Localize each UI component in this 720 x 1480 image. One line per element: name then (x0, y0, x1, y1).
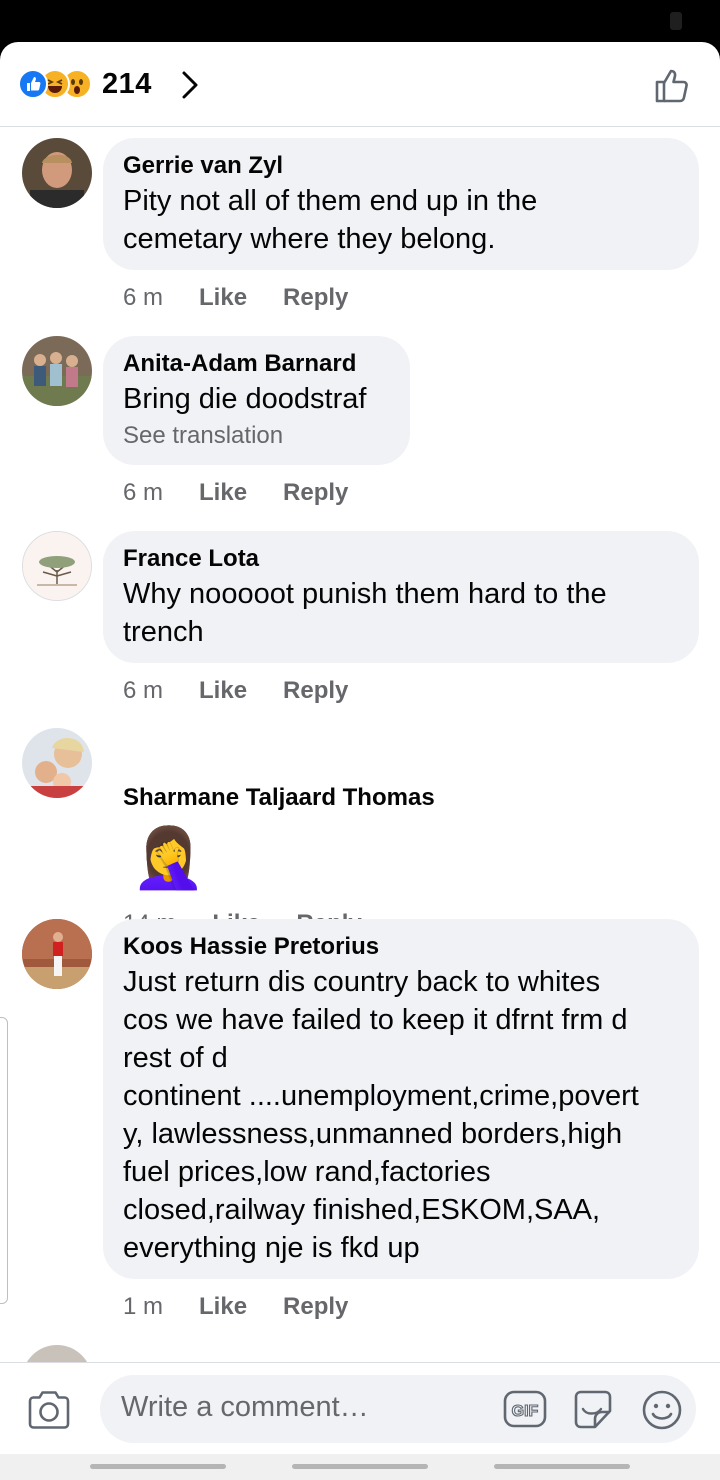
like-button[interactable]: Like (199, 1293, 247, 1321)
avatar[interactable] (22, 531, 92, 601)
comment-text-line: everything nje is fkd up (123, 1232, 420, 1264)
gif-icon[interactable]: GIF (503, 1390, 547, 1428)
avatar[interactable] (22, 728, 92, 798)
comment-author[interactable]: Gerrie van Zyl (123, 150, 679, 182)
comment-text-line: Bring die doodstraf (123, 383, 367, 415)
sticker-icon[interactable] (571, 1389, 615, 1431)
comment-actions: 6 m Like Reply (123, 284, 384, 312)
comments-sheet: 214 Gerrie van Zyl Pity not all of them … (0, 42, 720, 1480)
comment-text-line: continent ....unemployment,crime,povert (123, 1080, 639, 1112)
see-translation-link[interactable]: See translation (123, 420, 390, 452)
edge-handle[interactable] (0, 1017, 8, 1304)
emoji-icon[interactable] (641, 1389, 683, 1431)
reaction-count: 214 (102, 67, 152, 100)
reply-button[interactable]: Reply (283, 479, 348, 507)
reply-button[interactable]: Reply (283, 284, 348, 312)
like-button[interactable]: Like (199, 284, 247, 312)
comment-text-line: Just return dis country back to whites (123, 966, 601, 998)
comment-text-line: Pity not all of them end up in the (123, 185, 538, 217)
comment-text-line: trench (123, 616, 204, 648)
comment-text-line: cemetary where they belong. (123, 223, 496, 255)
camera-icon[interactable] (26, 1389, 72, 1431)
like-button[interactable]: Like (199, 479, 247, 507)
comment-bubble[interactable]: Anita-Adam Barnard Bring die doodstraf S… (103, 336, 410, 465)
comment-input-placeholder: Write a comment… (121, 1391, 369, 1423)
comment-time: 6 m (123, 479, 164, 506)
like-button[interactable]: Like (199, 677, 247, 705)
system-nav-bar (0, 1454, 720, 1480)
comment-actions: 6 m Like Reply (123, 479, 384, 507)
comment-author[interactable]: France Lota (123, 543, 679, 575)
chevron-right-icon[interactable] (178, 69, 202, 101)
like-thumb-icon[interactable] (652, 64, 694, 106)
avatar[interactable] (22, 919, 92, 989)
facepalm-emoji-comment: 🤦‍♀️ (131, 824, 206, 891)
status-indicator-icon (670, 12, 682, 30)
comment-text-line: Why nooooot punish them hard to the (123, 578, 607, 610)
comment-text-line: rest of d (123, 1042, 228, 1074)
comment-author[interactable]: Sharmane Taljaard Thomas (123, 782, 435, 814)
comment-text-line: closed,railway finished,ESKOM,SAA, (123, 1194, 601, 1226)
comment-time: 1 m (123, 1293, 164, 1320)
comment-composer: Write a comment… GIF (0, 1362, 720, 1455)
nav-home-indicator[interactable] (292, 1464, 428, 1469)
reply-button[interactable]: Reply (283, 1293, 348, 1321)
comment-actions: 1 m Like Reply (123, 1293, 384, 1321)
comment-bubble[interactable]: Koos Hassie Pretorius Just return dis co… (103, 919, 699, 1279)
reply-button[interactable]: Reply (283, 677, 348, 705)
reactions-header: 214 (0, 42, 720, 127)
avatar[interactable] (22, 138, 92, 208)
comment-input[interactable]: Write a comment… GIF (100, 1375, 696, 1443)
nav-recents-indicator[interactable] (90, 1464, 226, 1469)
reactions-summary[interactable]: 214 (18, 68, 152, 100)
comment-time: 6 m (123, 677, 164, 704)
gif-label: GIF (512, 1403, 539, 1420)
comment-time: 6 m (123, 284, 164, 311)
comment-author[interactable]: Anita-Adam Barnard (123, 348, 390, 380)
comment-author[interactable]: Koos Hassie Pretorius (123, 931, 679, 963)
comment-actions: 6 m Like Reply (123, 677, 384, 705)
comment-bubble[interactable]: France Lota Why nooooot punish them hard… (103, 531, 699, 663)
comment-text-line: y, lawlessness,unmanned borders,high (123, 1118, 623, 1150)
comment-text-line: cos we have failed to keep it dfrnt frm … (123, 1004, 628, 1036)
avatar[interactable] (22, 336, 92, 406)
comment-text-line: fuel prices,low rand,factories (123, 1156, 491, 1188)
nav-back-indicator[interactable] (494, 1464, 630, 1469)
like-reaction-icon (18, 69, 48, 99)
status-bar (0, 0, 720, 42)
comment-bubble[interactable]: Gerrie van Zyl Pity not all of them end … (103, 138, 699, 270)
